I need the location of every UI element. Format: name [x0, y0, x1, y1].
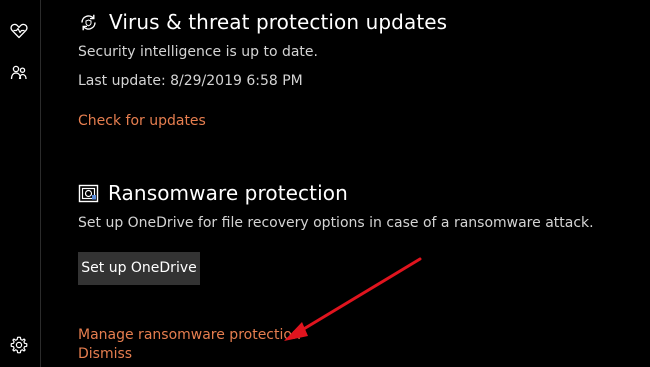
ransomware-description: Set up OneDrive for file recovery option…	[78, 215, 594, 231]
manage-ransomware-protection-link[interactable]: Manage ransomware protection	[78, 327, 301, 343]
set-up-onedrive-button[interactable]: Set up OneDrive	[78, 252, 200, 285]
navigation-rail	[0, 0, 41, 367]
windows-security-window: Virus & threat protection updates Securi…	[0, 0, 650, 367]
settings-gear-icon[interactable]	[9, 335, 29, 355]
ransomware-section-title: Ransomware protection	[108, 181, 348, 205]
check-for-updates-link[interactable]: Check for updates	[78, 113, 206, 129]
ransomware-folder-icon	[78, 183, 99, 203]
family-options-icon[interactable]	[9, 63, 29, 83]
health-heart-icon[interactable]	[9, 21, 29, 41]
main-content: Virus & threat protection updates Securi…	[41, 0, 650, 367]
dismiss-link[interactable]: Dismiss	[78, 346, 132, 362]
last-update-text: Last update: 8/29/2019 6:58 PM	[78, 73, 303, 89]
intelligence-status-text: Security intelligence is up to date.	[78, 44, 318, 60]
updates-section-title: Virus & threat protection updates	[109, 10, 448, 34]
refresh-shield-icon	[78, 12, 98, 32]
